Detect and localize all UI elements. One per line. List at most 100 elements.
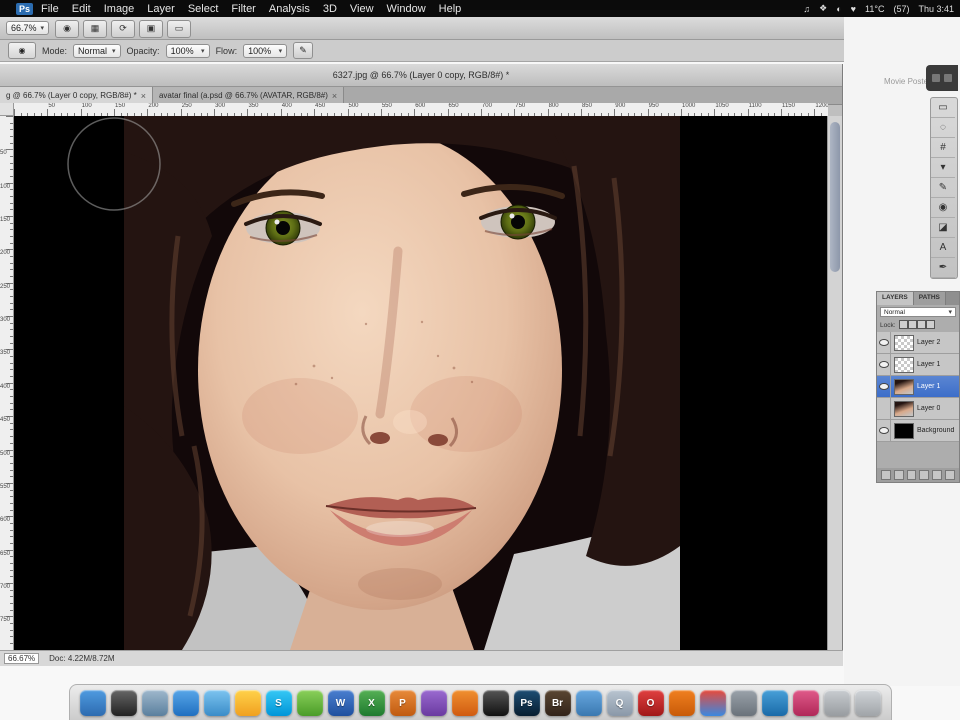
- menu-item-analysis[interactable]: Analysis: [269, 3, 310, 15]
- clock[interactable]: Thu 3:41: [918, 4, 954, 14]
- opacity-select[interactable]: 100% ▾: [166, 44, 210, 58]
- layers-blend-mode-select[interactable]: Normal ▾: [880, 307, 956, 317]
- document-title-bar[interactable]: 6327.jpg @ 66.7% (Layer 0 copy, RGB/8#) …: [0, 64, 842, 87]
- layers-panel-tab-layers[interactable]: LAYERS: [877, 292, 914, 305]
- dock-globe-icon[interactable]: [762, 690, 788, 716]
- menu-item-3d[interactable]: 3D: [323, 3, 337, 15]
- zoom-tool-button[interactable]: ▦: [83, 20, 107, 38]
- lock-icon[interactable]: [917, 320, 926, 329]
- layers-panel-action-icon[interactable]: [907, 470, 917, 480]
- layer-visibility-toggle[interactable]: [877, 354, 891, 375]
- dock-msn-icon[interactable]: [297, 690, 323, 716]
- dock-terminal-icon[interactable]: [483, 690, 509, 716]
- layers-panel-action-icon[interactable]: [919, 470, 929, 480]
- heart-menu-icon[interactable]: ♥: [851, 4, 856, 14]
- dock-photoshop-icon[interactable]: Ps: [514, 690, 540, 716]
- brush-preset-picker[interactable]: ◉: [8, 42, 36, 59]
- canvas-area[interactable]: [14, 116, 828, 650]
- menu-item-window[interactable]: Window: [387, 3, 426, 15]
- screen-mode-button[interactable]: ▭: [167, 20, 191, 38]
- weather-temp[interactable]: 11°C: [865, 4, 884, 14]
- eraser-tool-icon[interactable]: ◪: [931, 218, 955, 238]
- crop-tool-icon[interactable]: #: [931, 138, 955, 158]
- layers-panel-action-icon[interactable]: [881, 470, 891, 480]
- layer-visibility-toggle[interactable]: [877, 376, 891, 397]
- menu-item-help[interactable]: Help: [439, 3, 462, 15]
- layers-panel-action-icon[interactable]: [932, 470, 942, 480]
- layer-visibility-toggle[interactable]: [877, 332, 891, 353]
- status-zoom-field[interactable]: 66.67%: [4, 653, 39, 664]
- dock-system-preferences-icon[interactable]: [731, 690, 757, 716]
- vertical-scrollbar[interactable]: [827, 116, 842, 650]
- dock-skype-icon[interactable]: S: [266, 690, 292, 716]
- dock-imac-icon[interactable]: [824, 690, 850, 716]
- lock-icon[interactable]: [899, 320, 908, 329]
- dock-ichat-icon[interactable]: [204, 690, 230, 716]
- menu-item-file[interactable]: File: [41, 3, 59, 15]
- menu-item-edit[interactable]: Edit: [72, 3, 91, 15]
- menu-item-filter[interactable]: Filter: [231, 3, 255, 15]
- layers-panel-action-icon[interactable]: [945, 470, 955, 480]
- layer-row-3[interactable]: Layer 0: [877, 398, 959, 420]
- volume-menu-icon[interactable]: ◐: [836, 4, 841, 14]
- dock-firefox-icon[interactable]: [452, 690, 478, 716]
- menu-item-select[interactable]: Select: [188, 3, 219, 15]
- menu-item-image[interactable]: Image: [104, 3, 135, 15]
- zoom-level-dropdown[interactable]: 66.7% ▾: [6, 21, 49, 35]
- flow-select[interactable]: 100% ▾: [243, 44, 287, 58]
- dock-dashboard-icon[interactable]: [111, 690, 137, 716]
- document-tab-0[interactable]: g @ 66.7% (Layer 0 copy, RGB/8#) *×: [0, 87, 153, 104]
- airbrush-toggle[interactable]: ✎: [293, 42, 313, 59]
- collapsed-panel-dock[interactable]: [926, 65, 958, 91]
- dock-entourage-icon[interactable]: [421, 690, 447, 716]
- dock-trash-icon[interactable]: [855, 690, 881, 716]
- horizontal-ruler[interactable]: 5010015020025030035040045050055060065070…: [14, 103, 828, 117]
- clone-stamp-tool-icon[interactable]: ◉: [931, 198, 955, 218]
- layer-visibility-toggle[interactable]: [877, 420, 891, 441]
- layer-row-2[interactable]: Layer 1: [877, 376, 959, 398]
- pen-tool-icon[interactable]: ✒: [931, 258, 955, 278]
- marquee-tool-icon[interactable]: ▭: [931, 98, 955, 118]
- menu-item-view[interactable]: View: [350, 3, 374, 15]
- dock-word-icon[interactable]: W: [328, 690, 354, 716]
- tab-close-icon[interactable]: ×: [332, 91, 337, 101]
- brush-tool-icon[interactable]: ✎: [931, 178, 955, 198]
- panel-collapse-icon[interactable]: [932, 74, 940, 82]
- lock-icon[interactable]: [908, 320, 917, 329]
- eyedropper-tool-icon[interactable]: ▾: [931, 158, 955, 178]
- layers-panel-tab-paths[interactable]: PATHS: [914, 292, 946, 305]
- dock-opera-icon[interactable]: O: [638, 690, 664, 716]
- vertical-scrollbar-thumb[interactable]: [830, 122, 840, 272]
- dock-photo-booth-icon[interactable]: [235, 690, 261, 716]
- dock-bridge-icon[interactable]: Br: [545, 690, 571, 716]
- layer-visibility-toggle[interactable]: [877, 398, 891, 419]
- dock-chrome-icon[interactable]: [700, 690, 726, 716]
- dock-safari-icon[interactable]: [173, 690, 199, 716]
- itunes-menu-icon[interactable]: ♫: [803, 4, 810, 14]
- type-tool-icon[interactable]: A: [931, 238, 955, 258]
- photoshop-app-icon[interactable]: Ps: [16, 3, 33, 15]
- dock-powerpoint-icon[interactable]: P: [390, 690, 416, 716]
- dock-mail-icon[interactable]: [142, 690, 168, 716]
- lock-icon[interactable]: [926, 320, 935, 329]
- vertical-ruler[interactable]: 5010015020025030035040045050055060065070…: [0, 116, 14, 650]
- layer-row-1[interactable]: Layer 1: [877, 354, 959, 376]
- dock-folder-icon[interactable]: [576, 690, 602, 716]
- battery-percent[interactable]: (57): [893, 4, 909, 14]
- blend-mode-select[interactable]: Normal ▾: [73, 44, 121, 58]
- dock-excel-icon[interactable]: X: [359, 690, 385, 716]
- menu-item-layer[interactable]: Layer: [147, 3, 175, 15]
- rotate-view-button[interactable]: ⟳: [111, 20, 135, 38]
- tab-close-icon[interactable]: ×: [141, 91, 146, 101]
- dock-finder-icon[interactable]: [80, 690, 106, 716]
- dock-vlc-icon[interactable]: [669, 690, 695, 716]
- dock-quicktime-icon[interactable]: Q: [607, 690, 633, 716]
- layer-row-4[interactable]: Background: [877, 420, 959, 442]
- document-tab-1[interactable]: avatar final (a.psd @ 66.7% (AVATAR, RGB…: [153, 87, 344, 104]
- layer-row-0[interactable]: Layer 2: [877, 332, 959, 354]
- layers-panel-action-icon[interactable]: [894, 470, 904, 480]
- hand-tool-button[interactable]: ◉: [55, 20, 79, 38]
- panel-expand-icon[interactable]: [944, 74, 952, 82]
- lasso-tool-icon[interactable]: ◌: [931, 118, 955, 138]
- arrange-documents-button[interactable]: ▣: [139, 20, 163, 38]
